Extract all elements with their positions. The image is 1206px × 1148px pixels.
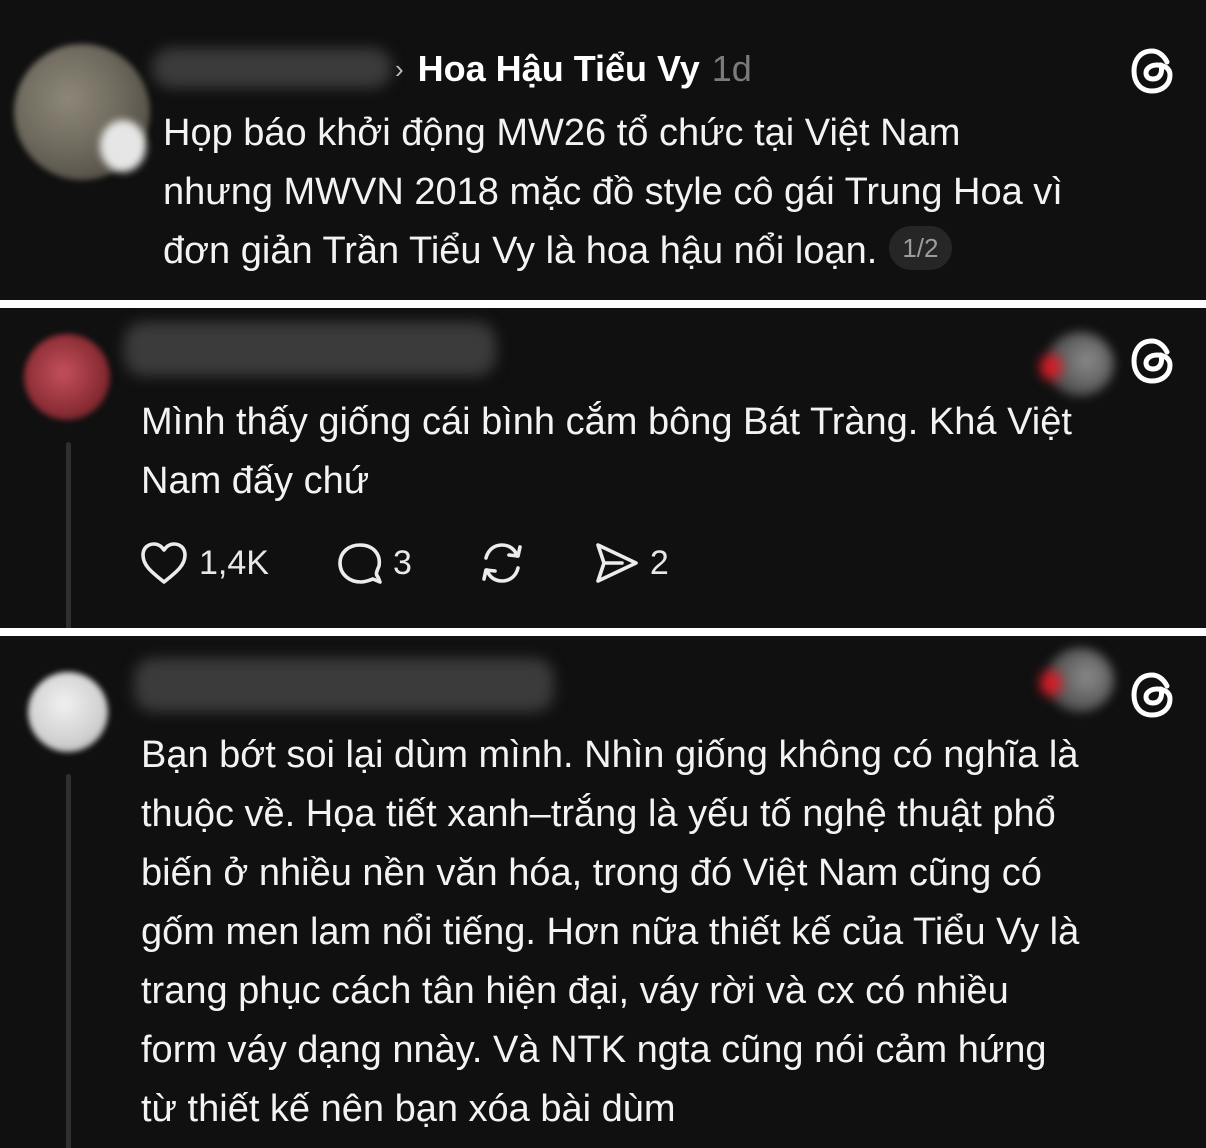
thread-connector-line — [66, 442, 71, 628]
post-line: Họp báo khởi động MW26 tổ chức tại Việt … — [163, 112, 961, 154]
post-line-last: đơn giản Trần Tiểu Vy là hoa hậu nổi loạ… — [163, 222, 1063, 281]
repost-icon — [482, 543, 522, 583]
reply-line: thuộc về. Họa tiết xanh–trắng là yếu tố … — [141, 793, 1056, 835]
thread-connector-line — [66, 774, 71, 1148]
share-button[interactable]: 2 — [592, 539, 669, 587]
comment-count: 3 — [392, 543, 412, 582]
reply-line: trang phục cách tân hiện đại, váy rời và… — [141, 970, 1009, 1012]
reply-line: biến ở nhiều nền văn hóa, trong đó Việt … — [141, 852, 1042, 894]
reply-avatar-1[interactable] — [24, 334, 110, 420]
like-count: 1,4K — [199, 543, 269, 582]
post-time: 1d — [711, 48, 752, 89]
heart-icon — [141, 542, 187, 584]
chevron-right-icon: › — [395, 53, 404, 84]
author-row: › Hoa Hậu Tiểu Vy 1d — [395, 44, 752, 94]
reply-line: Nam đấy chứ — [141, 460, 370, 502]
threads-logo-icon[interactable] — [1128, 46, 1178, 96]
comment-icon — [338, 543, 382, 584]
share-count: 2 — [649, 543, 669, 582]
threads-logo-icon[interactable] — [1128, 336, 1178, 386]
like-button[interactable]: 1,4K — [139, 540, 269, 586]
reply-card-2: Bạn bớt soi lại dùm mình. Nhìn giống khô… — [0, 636, 1206, 1148]
post-body: Họp báo khởi động MW26 tổ chức tại Việt … — [163, 104, 1063, 281]
page-count-badge: 1/2 — [889, 226, 952, 270]
reply-line: form váy dạng nnày. Và NTK ngta cũng nói… — [141, 1029, 1047, 1071]
threads-logo-icon[interactable] — [1128, 670, 1178, 720]
redacted-profile-image — [1046, 648, 1114, 712]
reply-line: gốm men lam nổi tiếng. Hơn nữa thiết kế … — [141, 911, 1080, 953]
avatar-highlight — [100, 120, 146, 172]
reply-line: từ thiết kế nên bạn xóa bài dùm — [141, 1088, 676, 1130]
reply-line: Mình thấy giống cái bình cắm bông Bát Tr… — [141, 401, 1072, 443]
share-icon — [596, 543, 638, 583]
reply-body-1: Mình thấy giống cái bình cắm bông Bát Tr… — [141, 393, 1072, 511]
reply-body-2: Bạn bớt soi lại dùm mình. Nhìn giống khô… — [141, 726, 1079, 1139]
original-post: › Hoa Hậu Tiểu Vy 1d Họp báo khởi động M… — [0, 0, 1206, 300]
redacted-username — [152, 48, 392, 88]
author-name[interactable]: Hoa Hậu Tiểu Vy — [418, 48, 700, 90]
redacted-profile-image — [1046, 332, 1114, 396]
repost-button[interactable] — [476, 538, 528, 588]
action-bar: 1,4K 3 2 — [139, 538, 669, 588]
post-line-text: đơn giản Trần Tiểu Vy là hoa hậu nổi loạ… — [163, 230, 878, 272]
reply-avatar-2[interactable] — [28, 672, 108, 752]
reply-card-1: Mình thấy giống cái bình cắm bông Bát Tr… — [0, 308, 1206, 628]
redacted-username — [134, 658, 554, 712]
redacted-username — [124, 322, 496, 376]
comment-button[interactable]: 3 — [335, 539, 412, 587]
post-line: nhưng MWVN 2018 mặc đồ style cô gái Trun… — [163, 171, 1063, 213]
reply-line: Bạn bớt soi lại dùm mình. Nhìn giống khô… — [141, 734, 1079, 776]
